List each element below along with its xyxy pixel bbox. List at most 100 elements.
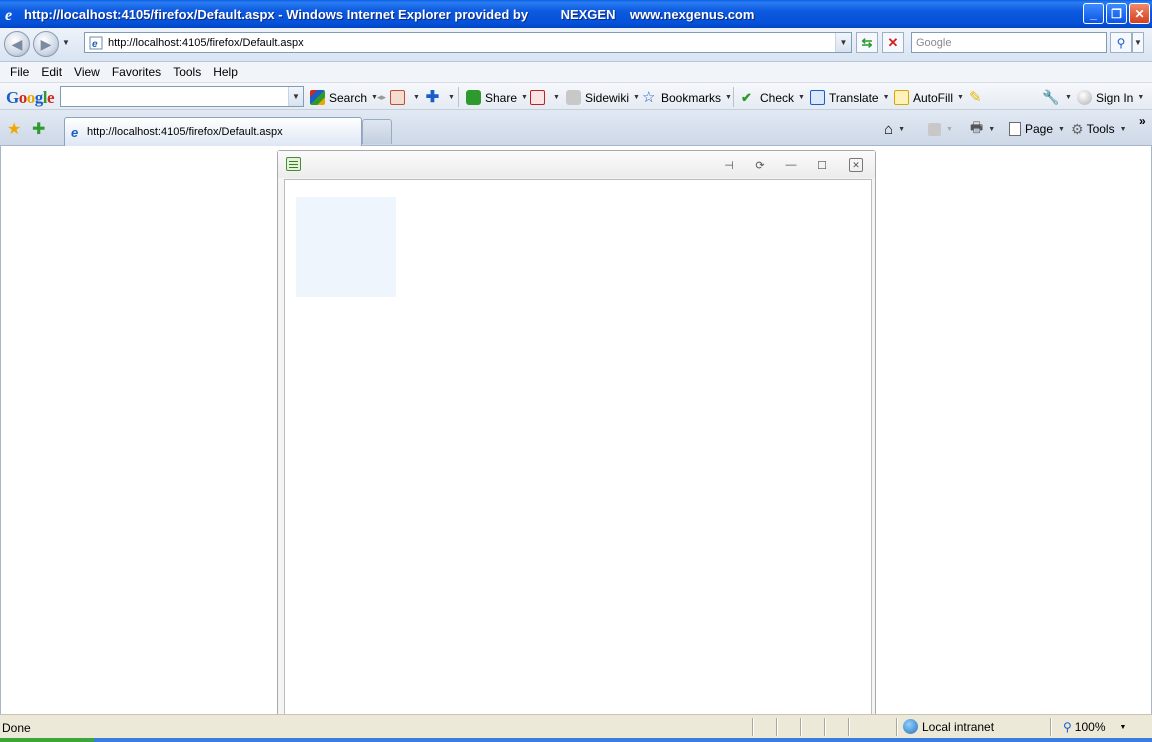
refresh-button[interactable]: ⇆ <box>856 32 878 53</box>
bookmarks-button[interactable]: ☆ Bookmarks ▼ <box>642 89 732 106</box>
translate-icon <box>810 90 825 105</box>
recent-pages-dropdown[interactable]: ▼ <box>62 38 70 47</box>
zoom-icon: ⚲ <box>1063 720 1072 734</box>
maximize-icon[interactable]: ☐ <box>815 158 829 172</box>
google-search-button[interactable]: Search ▼ <box>310 89 378 106</box>
toolbar-separator-grip: ◂▸ <box>377 92 387 102</box>
zoom-control[interactable]: ⚲ 100% ▼ <box>1063 720 1126 734</box>
svg-text:e: e <box>5 7 12 22</box>
home-icon: ⌂ <box>884 120 894 138</box>
sign-in-label: Sign In <box>1096 90 1134 105</box>
user-icon <box>1077 90 1092 105</box>
security-zone[interactable]: Local intranet <box>903 719 994 734</box>
add-button-dropdown[interactable]: ✚ ▼ <box>425 89 455 106</box>
pin-icon[interactable]: ⊣ <box>722 158 736 172</box>
zoom-level: 100% <box>1074 720 1106 734</box>
sign-in-button[interactable]: Sign In ▼ <box>1077 89 1144 106</box>
favorites-star-icon[interactable]: ★ <box>7 119 21 139</box>
print-button[interactable]: 🖶 ▼ <box>970 119 995 138</box>
status-bar: Done Local intranet ⚲ 100% ▼ <box>0 714 1152 738</box>
close-window-button[interactable]: ✕ <box>1129 3 1150 24</box>
highlight-button[interactable]: ✎ <box>969 89 988 106</box>
page-content: ⊣ ⟳ — ☐ ✕ <box>0 146 1152 717</box>
search-input[interactable]: Google <box>911 32 1107 53</box>
rss-icon <box>928 122 941 136</box>
back-button[interactable]: ◀ <box>4 31 30 57</box>
menu-bar: File Edit View Favorites Tools Help <box>0 62 1152 82</box>
page-menu-button[interactable]: Page ▼ <box>1009 120 1065 138</box>
status-divider <box>800 718 802 736</box>
new-tab-button[interactable] <box>362 119 392 144</box>
status-divider <box>896 718 898 736</box>
status-text: Done <box>2 721 31 735</box>
toolbar-separator <box>733 87 734 107</box>
svg-text:e: e <box>71 125 78 139</box>
widget-window: ⊣ ⟳ — ☐ ✕ <box>277 150 876 717</box>
page-menu-label: Page <box>1025 122 1054 136</box>
image-placeholder <box>296 197 396 297</box>
google-search-icon <box>310 90 325 105</box>
toolbar-separator <box>458 87 459 107</box>
share-button[interactable]: Share ▼ <box>466 89 528 106</box>
back-arrow-icon: ◀ <box>11 35 23 52</box>
autofill-icon <box>894 90 909 105</box>
restore-window-button[interactable]: ❐ <box>1106 3 1127 24</box>
popup-blocker-button[interactable]: ▼ <box>530 89 560 106</box>
refresh-icon: ⇆ <box>861 34 873 50</box>
window-title-bar: e http://localhost:4105/firefox/Default.… <box>0 0 1152 28</box>
plus-icon: ✚ <box>425 89 440 106</box>
stop-button[interactable]: ✕ <box>882 32 904 53</box>
address-field[interactable]: e http://localhost:4105/firefox/Default.… <box>84 32 852 53</box>
menu-favorites[interactable]: Favorites <box>106 65 167 79</box>
menu-edit[interactable]: Edit <box>35 65 68 79</box>
close-icon[interactable]: ✕ <box>849 158 863 172</box>
minimize-icon[interactable]: — <box>784 158 798 172</box>
google-toolbar: Google ▼ Search ▼ ◂▸ ▼ ✚ ▼ Share ▼ ▼ Sidewi… <box>0 82 1152 110</box>
home-button[interactable]: ⌂ ▼ <box>884 120 905 138</box>
toolbar-settings-button[interactable]: 🔧 ▼ <box>1042 89 1072 106</box>
command-bar-overflow-button[interactable]: » <box>1139 112 1146 130</box>
sidewiki-icon <box>566 90 581 105</box>
widget-header[interactable]: ⊣ ⟳ — ☐ ✕ <box>278 151 875 178</box>
add-favorite-icon[interactable]: ✚ <box>32 119 45 139</box>
popup-blocker-icon <box>530 90 545 105</box>
status-divider <box>752 718 754 736</box>
star-outline-icon: ☆ <box>642 89 656 106</box>
feeds-button[interactable]: ▼ <box>928 120 953 138</box>
autofill-button[interactable]: AutoFill ▼ <box>894 89 964 106</box>
tools-menu-button[interactable]: ⚙ Tools ▼ <box>1071 120 1127 138</box>
status-divider <box>824 718 826 736</box>
window-title: http://localhost:4105/firefox/Default.as… <box>24 6 755 22</box>
status-divider <box>776 718 778 736</box>
menu-view[interactable]: View <box>68 65 106 79</box>
search-options-dropdown[interactable]: ▼ <box>1132 32 1144 53</box>
news-icon <box>390 90 405 105</box>
refresh-icon[interactable]: ⟳ <box>753 158 767 172</box>
status-divider <box>1050 718 1052 736</box>
sidewiki-label: Sidewiki <box>585 90 630 105</box>
tab-active[interactable]: e http://localhost:4105/firefox/Default.… <box>64 117 362 146</box>
menu-file[interactable]: File <box>4 65 35 79</box>
wrench-icon: 🔧 <box>1042 89 1060 105</box>
menu-tools[interactable]: Tools <box>167 65 207 79</box>
share-label: Share <box>485 90 518 105</box>
address-url[interactable]: http://localhost:4105/firefox/Default.as… <box>108 37 304 49</box>
spell-check-button[interactable]: ✔ Check ▼ <box>741 89 805 106</box>
internet-explorer-icon: e <box>5 7 12 22</box>
bookmarks-label: Bookmarks <box>661 90 722 105</box>
search-button[interactable]: ⚲ <box>1110 32 1132 53</box>
address-dropdown-icon[interactable]: ▼ <box>835 33 851 52</box>
forward-button[interactable]: ▶ <box>33 31 59 57</box>
google-search-dropdown-icon[interactable]: ▼ <box>288 87 303 106</box>
address-toolbar: ◀ ▶ ▼ e http://localhost:4105/firefox/De… <box>0 28 1152 62</box>
google-search-label: Search <box>329 90 368 105</box>
share-icon <box>466 90 481 105</box>
sidewiki-button[interactable]: Sidewiki ▼ <box>566 89 640 106</box>
translate-button[interactable]: Translate ▼ <box>810 89 890 106</box>
menu-help[interactable]: Help <box>207 65 244 79</box>
highlighter-icon: ✎ <box>969 89 982 106</box>
news-button[interactable]: ▼ <box>390 89 420 106</box>
minimize-window-button[interactable]: _ <box>1083 3 1104 24</box>
svg-text:e: e <box>92 39 98 50</box>
google-search-input[interactable]: ▼ <box>60 86 304 107</box>
